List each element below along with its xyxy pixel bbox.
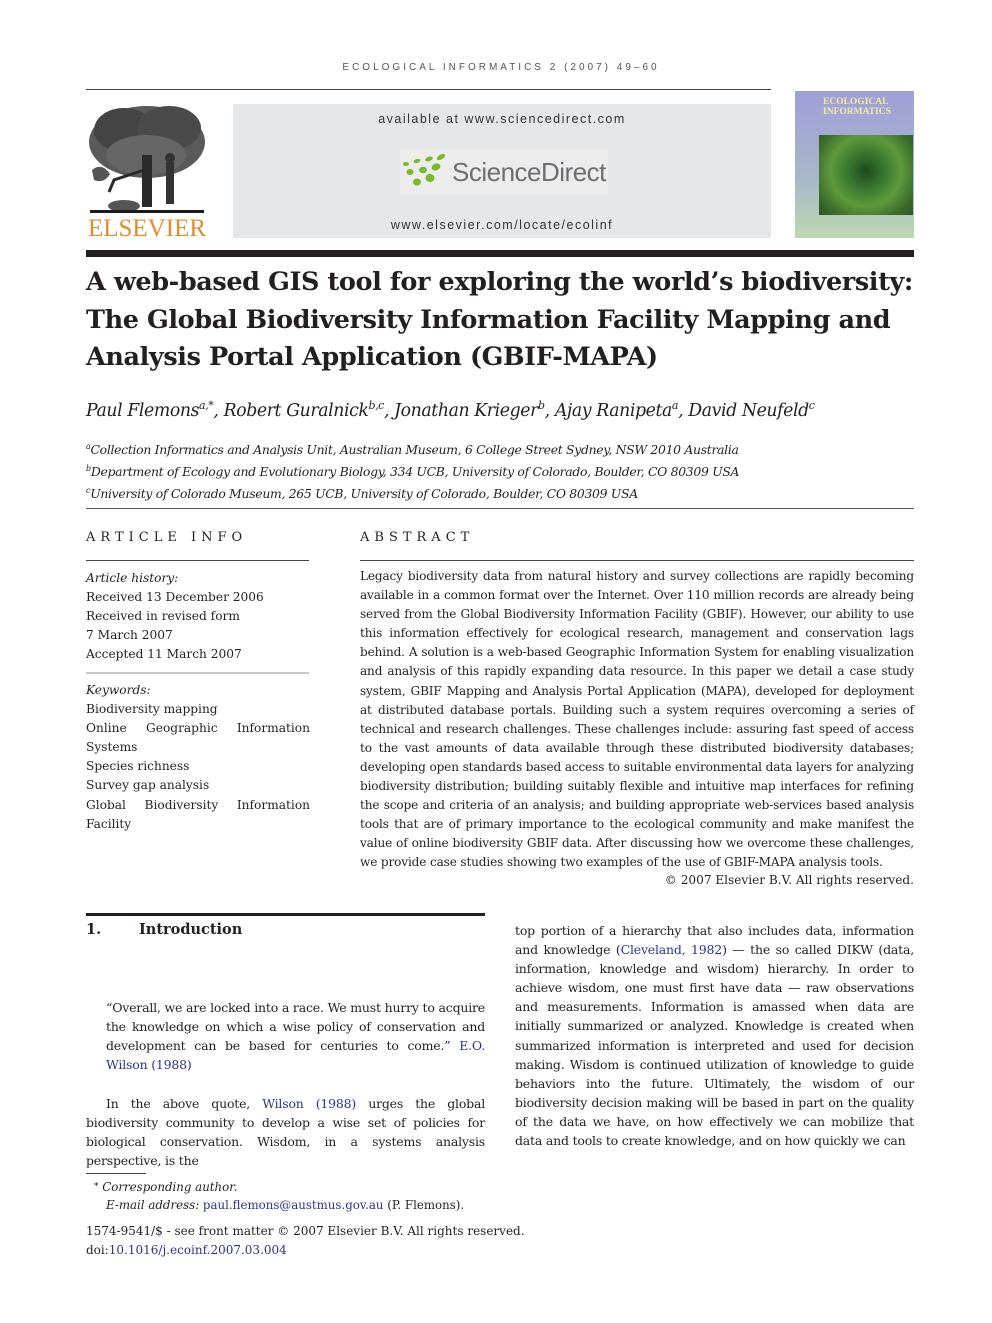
author-sup: b: [537, 399, 545, 412]
history-label: Article history:: [86, 571, 179, 585]
affiliation: aCollection Informatics and Analysis Uni…: [86, 437, 916, 459]
author-name: Paul Flemons: [86, 400, 200, 421]
citation-link[interactable]: Wilson (1988): [262, 1096, 356, 1111]
elsevier-logo[interactable]: ELSEVIER: [84, 100, 210, 242]
author[interactable]: David Neufeldc: [688, 399, 815, 421]
sciencedirect-banner: available at www.sciencedirect.com Scien…: [233, 104, 771, 238]
section-number: 1.: [86, 921, 102, 938]
author-name: Robert Guralnick: [223, 400, 369, 421]
affiliation-text: University of Colorado Museum, 265 UCB, …: [90, 486, 638, 502]
footnote-rule: [86, 1173, 146, 1174]
sciencedirect-logo[interactable]: ScienceDirect: [400, 150, 608, 194]
keyword: Online Geographic Information: [86, 721, 310, 736]
keyword: Global Biodiversity Information: [86, 797, 310, 812]
cover-image: [819, 135, 913, 215]
article-info-heading: ARTICLE INFO: [86, 530, 248, 545]
journal-url[interactable]: www.elsevier.com/locate/ecolinf: [233, 218, 771, 232]
author-list: Paul Flemonsa,*, Robert Guralnickb,c, Jo…: [86, 399, 916, 421]
article-info-rule: [86, 560, 309, 561]
affiliation: bDepartment of Ecology and Evolutionary …: [86, 459, 916, 481]
history-item: Received 13 December 2006: [86, 590, 264, 605]
keywords: Keywords: Biodiversity mapping Online Ge…: [86, 681, 310, 834]
article-title: A web-based GIS tool for exploring the w…: [86, 264, 916, 377]
doi-link[interactable]: 10.1016/j.ecoinf.2007.03.004: [109, 1243, 287, 1257]
email-label: E-mail address:: [106, 1198, 200, 1212]
intro-paragraph-continued: top portion of a hierarchy that also inc…: [515, 921, 914, 1150]
running-head: ECOLOGICAL INFORMATICS 2 (2007) 49–60: [342, 62, 660, 73]
title-line: Analysis Portal Application (GBIF-MAPA): [86, 342, 658, 372]
corresponding-author: Corresponding author.: [102, 1180, 238, 1194]
author-sep: ,: [544, 400, 555, 421]
author-name: David Neufeld: [688, 400, 809, 421]
para-text: In the above quote,: [106, 1096, 263, 1111]
author-sup: b,c: [368, 399, 384, 412]
cover-title-line2: INFORMATICS: [823, 107, 891, 117]
header-rule: [86, 89, 771, 90]
keyword: Biodiversity mapping: [86, 702, 218, 717]
author-name: Ajay Ranipeta: [554, 400, 673, 421]
author-sep: ,: [383, 400, 395, 421]
keywords-label: Keywords:: [86, 683, 151, 697]
author-name: Jonathan Krieger: [394, 400, 538, 421]
affiliation-rule: [86, 508, 914, 509]
sciencedirect-leaves-icon: [403, 153, 446, 186]
author-sep: ,: [213, 400, 224, 421]
author[interactable]: Paul Flemonsa,*,: [86, 399, 224, 421]
title-rule: [86, 250, 914, 257]
section-title: Introduction: [139, 921, 243, 938]
title-line: A web-based GIS tool for exploring the w…: [86, 267, 913, 297]
intro-paragraph: In the above quote, Wilson (1988) urges …: [86, 1094, 485, 1170]
author[interactable]: Robert Guralnickb,c,: [223, 399, 395, 421]
para-text: ) — the so called DIKW (data, informatio…: [515, 942, 914, 1149]
cover-title-line1: ECOLOGICAL: [823, 97, 889, 107]
keywords-rule: [86, 672, 309, 674]
front-matter: 1574-9541/$ - see front matter © 2007 El…: [86, 1222, 906, 1259]
email-suffix: (P. Flemons).: [383, 1198, 465, 1212]
epigraph-quote: “Overall, we are locked into a race. We …: [106, 998, 485, 1074]
email-link[interactable]: paul.flemons@austmus.gov.au: [203, 1198, 384, 1212]
history-item: Accepted 11 March 2007: [86, 647, 242, 662]
affiliation: cUniversity of Colorado Museum, 265 UCB,…: [86, 481, 916, 503]
keyword: Systems: [86, 740, 138, 755]
doi-label: doi:: [86, 1242, 109, 1257]
abstract-text: Legacy biodiversity data from natural hi…: [360, 569, 914, 870]
affiliations: aCollection Informatics and Analysis Uni…: [86, 437, 916, 503]
elsevier-wordmark: ELSEVIER: [87, 215, 207, 242]
footnote-marker: *: [94, 1182, 99, 1192]
keyword: Facility: [86, 816, 132, 831]
title-line: The Global Biodiversity Information Faci…: [86, 304, 891, 335]
author-sep: ,: [678, 400, 689, 421]
article-history: Article history: Received 13 December 20…: [86, 569, 310, 664]
author[interactable]: Ajay Ranipetaa,: [554, 399, 689, 421]
quote-text: “Overall, we are locked into a race. We …: [106, 1000, 485, 1054]
abstract-copyright: © 2007 Elsevier B.V. All rights reserved…: [664, 873, 914, 887]
elsevier-tree-icon: [89, 106, 205, 213]
abstract-heading: ABSTRACT: [360, 530, 475, 545]
footnote: * Corresponding author. E-mail address: …: [94, 1178, 914, 1214]
section-rule: [86, 913, 485, 916]
issn-copyright: 1574-9541/$ - see front matter © 2007 El…: [86, 1224, 525, 1238]
section-heading-introduction: 1. Introduction: [86, 921, 242, 938]
keyword: Species richness: [86, 759, 190, 774]
sciencedirect-wordmark: ScienceDirect: [452, 157, 606, 187]
abstract-rule: [360, 560, 914, 561]
citation-link[interactable]: Cleveland, 1982: [621, 942, 723, 957]
affiliation-text: Department of Ecology and Evolutionary B…: [90, 464, 740, 480]
history-item: Received in revised form: [86, 609, 240, 624]
cover-title: ECOLOGICAL INFORMATICS: [823, 97, 891, 117]
history-item: 7 March 2007: [86, 628, 173, 643]
author-sup: c: [808, 399, 815, 412]
author[interactable]: Jonathan Kriegerb,: [394, 399, 555, 421]
available-at-text[interactable]: available at www.sciencedirect.com: [233, 112, 771, 126]
journal-cover[interactable]: ECOLOGICAL INFORMATICS: [795, 91, 914, 238]
affiliation-text: Collection Informatics and Analysis Unit…: [90, 442, 739, 458]
keyword: Survey gap analysis: [86, 778, 210, 793]
author-sup: a,*: [199, 399, 214, 412]
